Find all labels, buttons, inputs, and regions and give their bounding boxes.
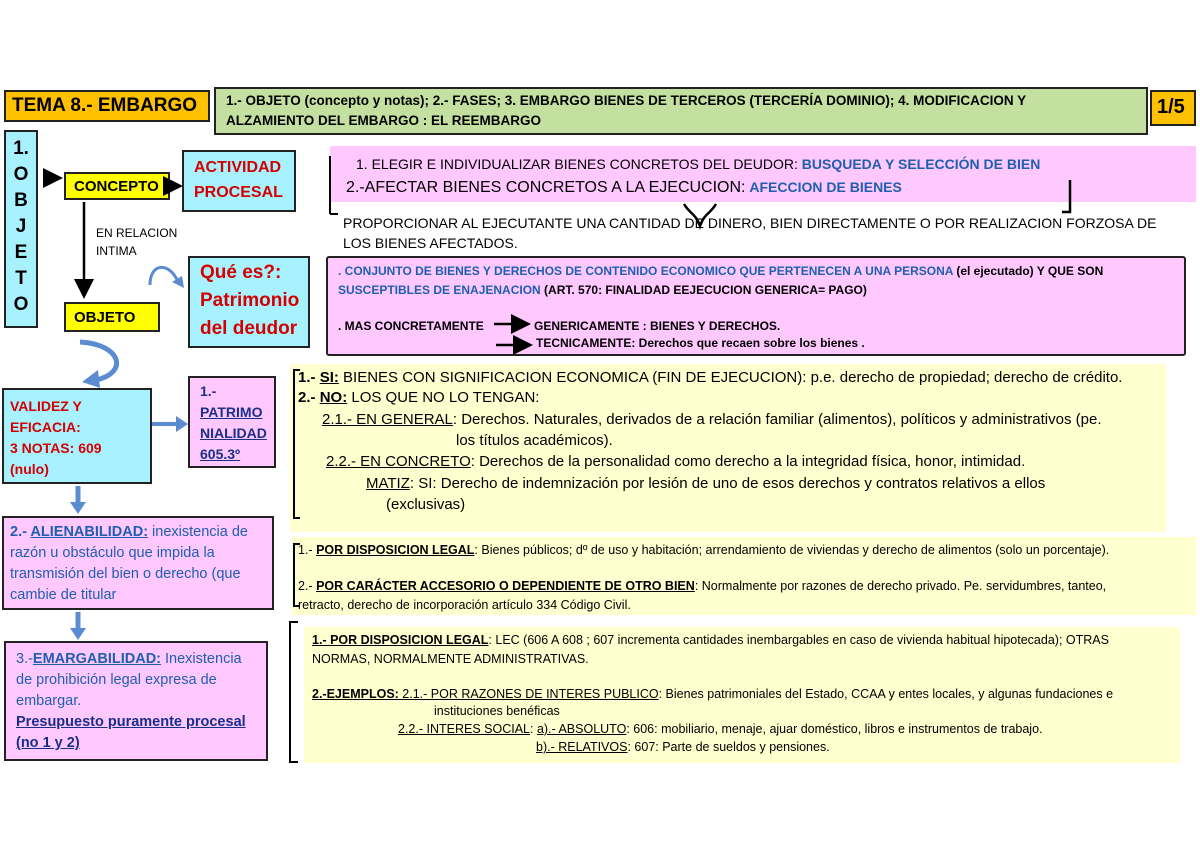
legal-bracket bbox=[289, 621, 298, 763]
connectors-overlay bbox=[43, 156, 1072, 763]
fases-bracket-right bbox=[1062, 180, 1072, 214]
fases-brace-bottom bbox=[682, 203, 718, 230]
si-no-bracket bbox=[293, 369, 300, 519]
disposicion-bracket bbox=[293, 543, 300, 607]
arrow-to-alienabilidad-head bbox=[70, 502, 86, 514]
arrow-to-embargabilidad-head bbox=[70, 628, 86, 640]
arrow-to-patrimonialidad-head bbox=[176, 416, 188, 432]
curved-arrow-validez-head bbox=[82, 370, 100, 388]
curved-arrow-que-es-head bbox=[172, 276, 184, 288]
fases-bracket bbox=[329, 156, 338, 215]
